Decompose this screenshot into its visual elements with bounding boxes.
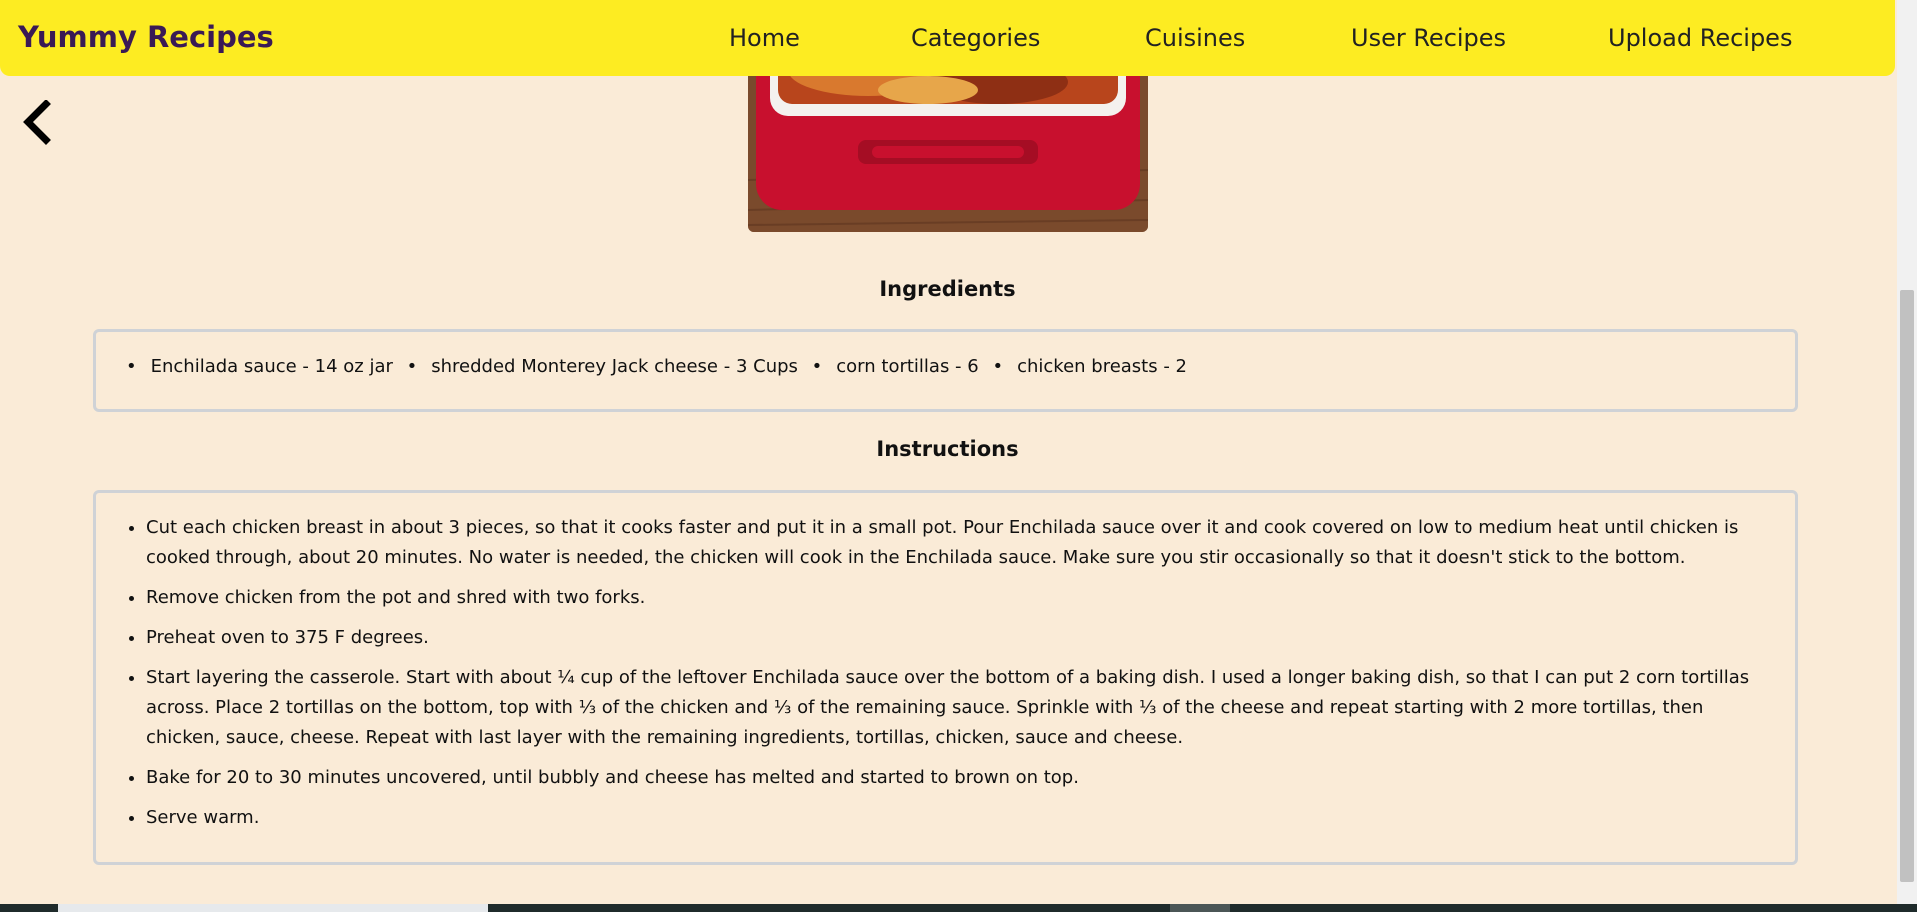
instruction-step: Remove chicken from the pot and shred wi… <box>146 583 1765 613</box>
ingredients-list: Enchilada sauce - 14 oz jar shredded Mon… <box>126 356 1187 377</box>
taskbar-window-button[interactable] <box>58 904 488 912</box>
instructions-box: Cut each chicken breast in about 3 piece… <box>93 490 1798 865</box>
scrollbar-thumb[interactable] <box>1900 290 1914 882</box>
vertical-scrollbar[interactable] <box>1897 0 1917 905</box>
instruction-step: Bake for 20 to 30 minutes uncovered, unt… <box>146 763 1765 793</box>
instructions-title: Instructions <box>876 437 1019 461</box>
brand-logo[interactable]: Yummy Recipes <box>18 20 274 54</box>
instructions-list: Cut each chicken breast in about 3 piece… <box>96 493 1795 833</box>
ingredients-box: Enchilada sauce - 14 oz jar shredded Mon… <box>93 329 1798 412</box>
instruction-step: Preheat oven to 375 F degrees. <box>146 623 1765 653</box>
instruction-step: Serve warm. <box>146 803 1765 833</box>
nav-link-upload-recipes[interactable]: Upload Recipes <box>1608 24 1792 52</box>
nav-link-cuisines[interactable]: Cuisines <box>1145 24 1245 52</box>
navbar: Yummy Recipes Home Categories Cuisines U… <box>0 0 1895 76</box>
nav-link-categories[interactable]: Categories <box>911 24 1040 52</box>
instruction-step: Start layering the casserole. Start with… <box>146 663 1765 753</box>
ingredient-item: chicken breasts - 2 <box>992 356 1187 377</box>
ingredients-title: Ingredients <box>879 277 1016 301</box>
taskbar-active-button[interactable] <box>1170 904 1230 912</box>
ingredient-item: shredded Monterey Jack cheese - 3 Cups <box>407 356 798 377</box>
instruction-step: Cut each chicken breast in about 3 piece… <box>146 513 1765 573</box>
ingredient-item: Enchilada sauce - 14 oz jar <box>126 356 393 377</box>
recipe-image <box>748 60 1148 232</box>
nav-link-user-recipes[interactable]: User Recipes <box>1351 24 1506 52</box>
back-button[interactable] <box>18 100 58 146</box>
chevron-left-icon <box>23 100 51 145</box>
ingredient-item: corn tortillas - 6 <box>812 356 979 377</box>
nav-link-home[interactable]: Home <box>729 24 800 52</box>
